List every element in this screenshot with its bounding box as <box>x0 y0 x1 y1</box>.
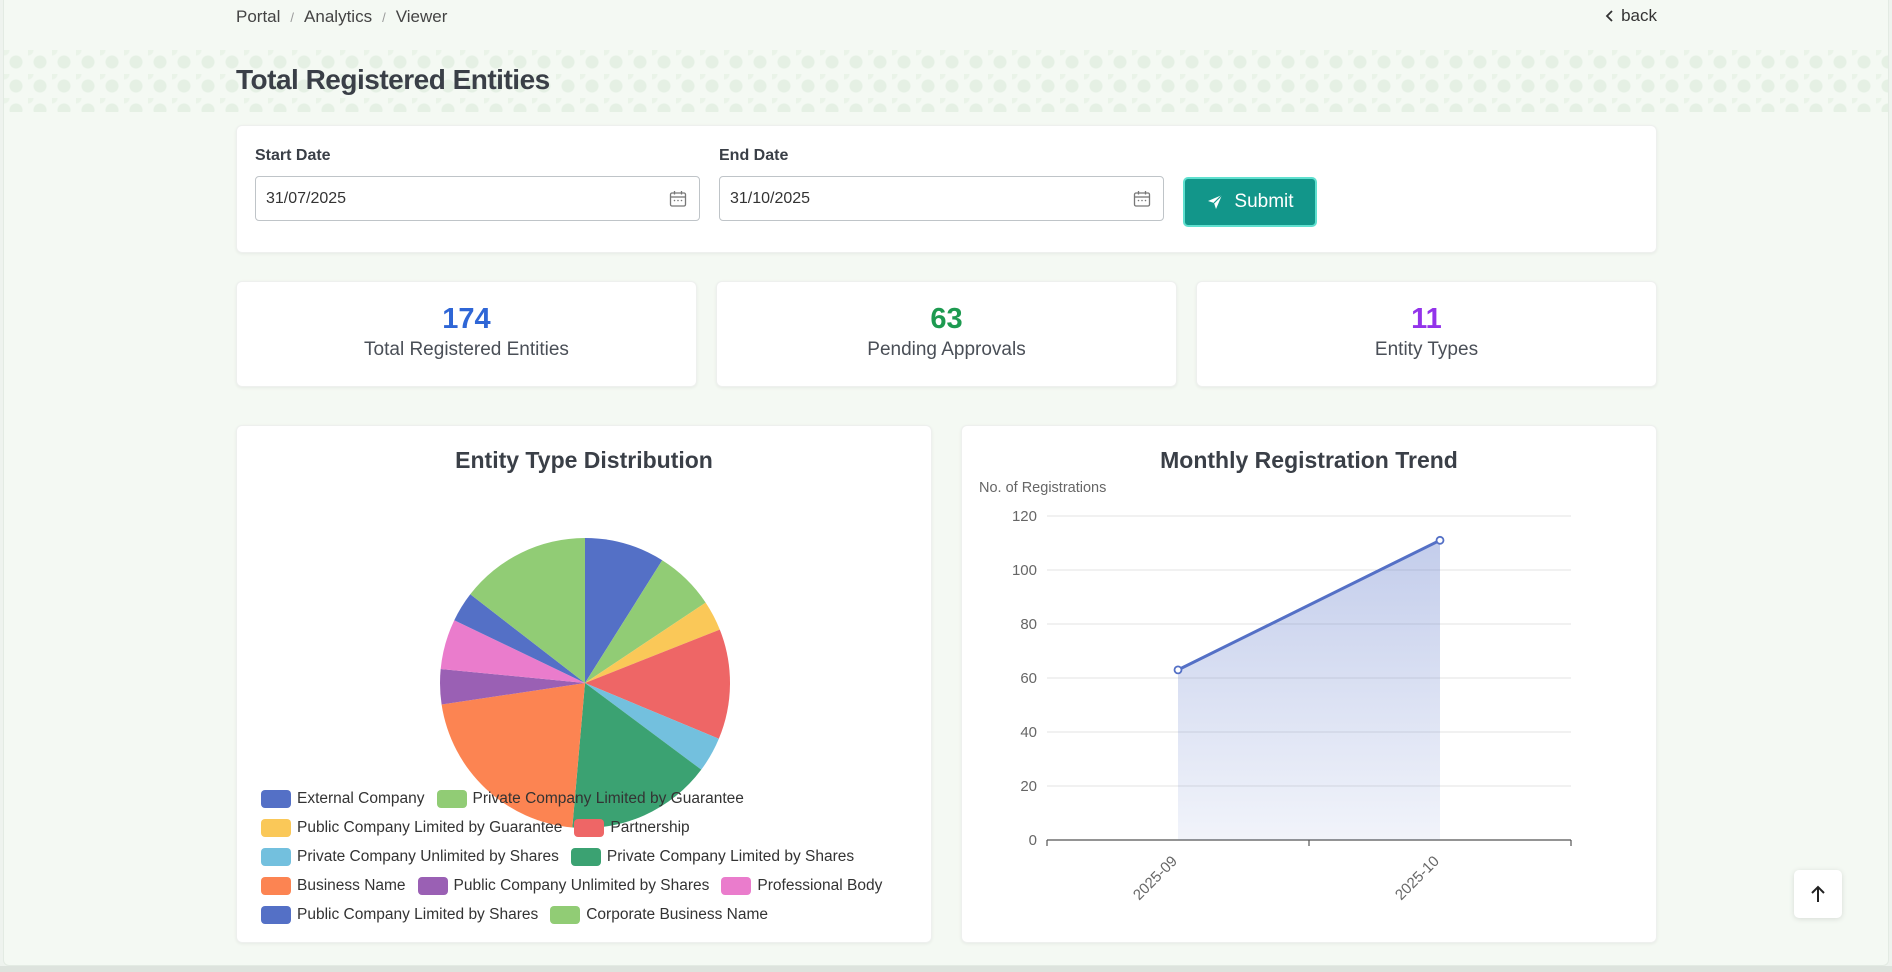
y-tick-label: 80 <box>1020 616 1037 633</box>
pie-legend: External Company Private Company Limited … <box>261 784 911 929</box>
legend-swatch <box>436 789 467 808</box>
x-tick-label: 2025-10 <box>1392 853 1443 904</box>
y-tick-label: 100 <box>1012 562 1037 579</box>
start-date-label: Start Date <box>255 147 331 164</box>
breadcrumb-separator: / <box>382 9 386 25</box>
stat-pending-label: Pending Approvals <box>867 338 1026 360</box>
stat-types-value: 11 <box>1411 303 1442 335</box>
back-button[interactable]: back <box>1605 6 1657 26</box>
legend-item[interactable]: Partnership <box>574 818 690 837</box>
stat-card-pending: 63 Pending Approvals <box>716 281 1177 387</box>
legend-item[interactable]: Public Company Unlimited by Shares <box>417 876 710 895</box>
legend-swatch <box>721 876 752 895</box>
legend-item[interactable]: Private Company Unlimited by Shares <box>261 847 559 866</box>
legend-label: External Company <box>297 789 425 807</box>
y-tick-label: 120 <box>1012 508 1037 525</box>
end-date-field: End Date 31/10/2025 <box>719 147 1164 221</box>
charts-row: Entity Type Distribution External Compan… <box>236 425 1657 943</box>
legend-swatch <box>261 818 291 837</box>
date-filter-card: Start Date 31/07/2025 End Date 31/10/202… <box>236 125 1657 253</box>
legend-label: Business Name <box>297 876 406 894</box>
bottom-scroll-area <box>0 966 1892 972</box>
start-date-input[interactable]: 31/07/2025 <box>255 176 700 221</box>
legend-row: External Company Private Company Limited … <box>261 784 911 813</box>
arrow-up-icon <box>1811 885 1825 902</box>
data-point[interactable] <box>1173 665 1183 675</box>
legend-row: Public Company Limited by Guarantee Partn… <box>261 813 911 842</box>
stat-pending-value: 63 <box>930 303 963 335</box>
send-icon <box>1208 194 1223 209</box>
legend-swatch <box>261 905 291 924</box>
y-tick-label: 60 <box>1020 670 1037 687</box>
y-tick-label: 0 <box>1029 832 1037 849</box>
legend-label: Public Company Unlimited by Shares <box>453 876 710 894</box>
calendar-icon[interactable] <box>669 190 687 208</box>
back-label: back <box>1621 6 1657 25</box>
legend-label: Partnership <box>610 818 690 836</box>
end-date-input[interactable]: 31/10/2025 <box>719 176 1164 221</box>
y-tick-label: 40 <box>1020 724 1037 741</box>
pie-chart-card: Entity Type Distribution External Compan… <box>236 425 932 943</box>
legend-swatch <box>261 847 291 866</box>
legend-swatch <box>417 876 448 895</box>
y-tick-label: 20 <box>1020 778 1037 795</box>
legend-swatch <box>570 847 601 866</box>
legend-item[interactable]: Corporate Business Name <box>550 905 769 924</box>
legend-label: Private Company Unlimited by Shares <box>297 847 559 865</box>
breadcrumb-portal[interactable]: Portal <box>236 7 280 27</box>
scroll-to-top-button[interactable] <box>1794 870 1842 918</box>
stat-card-types: 11 Entity Types <box>1196 281 1657 387</box>
stat-total-label: Total Registered Entities <box>364 338 569 360</box>
stats-row: 174 Total Registered Entities 63 Pending… <box>236 281 1657 387</box>
area-fill <box>1178 540 1440 840</box>
breadcrumb-viewer: Viewer <box>395 7 448 26</box>
chevron-left-icon <box>1605 10 1613 22</box>
legend-item[interactable]: Private Company Limited by Shares <box>570 847 855 866</box>
legend-row: Public Company Limited by Shares Corporat… <box>261 900 911 929</box>
page-title: Total Registered Entities <box>236 64 550 95</box>
legend-swatch <box>261 876 291 895</box>
submit-button[interactable]: Submit <box>1183 177 1317 227</box>
stat-types-label: Entity Types <box>1374 338 1479 360</box>
start-date-field: Start Date 31/07/2025 <box>255 147 700 221</box>
line-chart: No. of Registrations 0 20 40 60 80 100 120 2025-… <box>979 480 1572 904</box>
legend-swatch <box>550 905 581 924</box>
legend-item[interactable]: Professional Body <box>721 876 883 895</box>
y-axis-label: No. of Registrations <box>979 480 1106 496</box>
breadcrumb-analytics[interactable]: Analytics <box>304 7 372 27</box>
breadcrumb: Portal / Analytics / Viewer back <box>236 6 1657 28</box>
legend-swatch <box>574 818 605 837</box>
legend-item[interactable]: Public Company Limited by Shares <box>261 905 539 924</box>
legend-label: Private Company Limited by Shares <box>606 847 855 865</box>
legend-row: Private Company Unlimited by Shares Priva… <box>261 842 911 871</box>
stat-card-total: 174 Total Registered Entities <box>236 281 697 387</box>
legend-item[interactable]: External Company <box>261 789 425 808</box>
legend-label: Professional Body <box>757 876 883 894</box>
line-chart-card: Monthly Registration Trend No. of Regist… <box>961 425 1657 943</box>
calendar-icon[interactable] <box>1133 190 1151 208</box>
legend-row: Business Name Public Company Unlimited by… <box>261 871 911 900</box>
end-date-value: 31/10/2025 <box>730 189 811 207</box>
legend-item[interactable]: Private Company Limited by Guarantee <box>436 789 744 808</box>
legend-label: Corporate Business Name <box>586 905 769 923</box>
start-date-value: 31/07/2025 <box>266 189 347 207</box>
legend-label: Private Company Limited by Guarantee <box>472 789 744 807</box>
legend-label: Public Company Limited by Shares <box>297 905 539 923</box>
submit-label: Submit <box>1234 191 1294 212</box>
legend-label: Public Company Limited by Guarantee <box>297 818 563 836</box>
legend-item[interactable]: Public Company Limited by Guarantee <box>261 818 563 837</box>
legend-item[interactable]: Business Name <box>261 876 406 895</box>
legend-swatch <box>261 789 291 808</box>
end-date-label: End Date <box>719 147 789 164</box>
stat-total-value: 174 <box>442 303 491 335</box>
breadcrumb-separator: / <box>290 9 295 25</box>
data-point[interactable] <box>1435 535 1445 545</box>
x-tick-label: 2025-09 <box>1130 853 1181 904</box>
